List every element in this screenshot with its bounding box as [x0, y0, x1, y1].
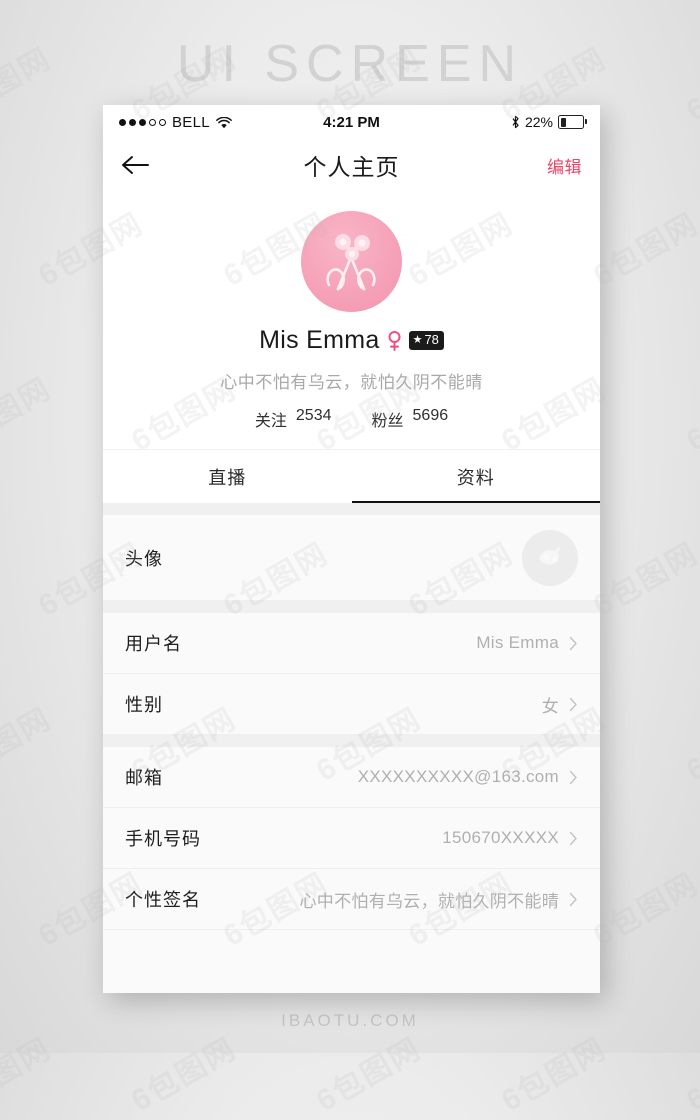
tab-profile-info[interactable]: 资料: [351, 450, 601, 503]
chevron-right-icon: [569, 636, 578, 651]
avatar[interactable]: [301, 211, 402, 312]
profile-bio: 心中不怕有乌云，就怕久阴不能晴: [220, 373, 483, 392]
watermark-tile: 6包图网: [0, 1032, 58, 1118]
row-signature[interactable]: 个性签名 心中不怕有乌云，就怕久阴不能晴: [103, 869, 600, 930]
row-email-value: XXXXXXXXXX@163.com: [357, 767, 559, 786]
tab-section-divider: [103, 503, 600, 515]
row-username-value: Mis Emma: [476, 633, 559, 652]
row-avatar[interactable]: 头像: [103, 515, 600, 601]
row-signature-value: 心中不怕有乌云，就怕久阴不能晴: [299, 891, 559, 911]
page-footer-watermark: IBAOTU.COM: [281, 1011, 419, 1030]
chevron-right-icon: [569, 770, 578, 785]
level-value: 78: [424, 331, 439, 347]
following-label: 关注: [254, 413, 287, 430]
chevron-right-icon: [569, 831, 578, 846]
followers-stat[interactable]: 粉丝 5696: [372, 407, 449, 431]
profile-name-row: Mis Emma ★ 78: [103, 326, 600, 355]
chevron-right-icon: [569, 892, 578, 907]
bluetooth-icon: [511, 115, 520, 129]
list-group-divider-1: [103, 601, 600, 613]
back-arrow-icon[interactable]: [121, 154, 151, 176]
edit-button[interactable]: 编辑: [547, 153, 582, 178]
row-gender[interactable]: 性别 女: [103, 674, 600, 735]
watermark-tile: 6包图网: [681, 702, 700, 788]
carrier-name: BELL: [172, 113, 210, 131]
watermark-tile: 6包图网: [0, 372, 58, 458]
watermark-tile: 6包图网: [588, 207, 700, 293]
status-bar: BELL 4:21 PM 22%: [103, 105, 600, 139]
row-avatar-label: 头像: [125, 548, 163, 569]
row-phone-label: 手机号码: [125, 829, 201, 849]
row-username-label: 用户名: [125, 634, 182, 654]
row-username[interactable]: 用户名 Mis Emma: [103, 613, 600, 674]
row-phone-value: 150670XXXXX: [442, 828, 559, 847]
row-email-label: 邮箱: [125, 768, 163, 788]
female-icon: [387, 330, 402, 352]
list-bottom-space: [103, 930, 600, 993]
watermark-tile: 6包图网: [311, 1032, 428, 1118]
level-badge: ★ 78: [408, 330, 444, 351]
watermark-tile: 6包图网: [0, 702, 58, 788]
watermark-tile: 6包图网: [681, 372, 700, 458]
row-email[interactable]: 邮箱 XXXXXXXXXX@163.com: [103, 747, 600, 808]
followers-label: 粉丝: [371, 413, 404, 430]
tab-live[interactable]: 直播: [103, 450, 352, 503]
navigation-bar: 个人主页 编辑: [103, 139, 600, 191]
avatar-thumbnail[interactable]: [522, 529, 578, 586]
settings-list: 头像 用户名 Mis Emma 性别 女 邮箱 XXXXXXXXXX@163.c…: [103, 515, 600, 993]
profile-stats: 关注 2534 粉丝 5696: [103, 407, 600, 449]
row-signature-label: 个性签名: [125, 890, 201, 910]
chevron-right-icon: [569, 697, 578, 712]
watermark-tile: 6包图网: [496, 1032, 613, 1118]
phone-frame: BELL 4:21 PM 22% 个人主页 编辑 Mis Emma ★ 78 心…: [103, 105, 600, 993]
watermark-tile: 6包图网: [588, 867, 700, 953]
page-title: 个人主页: [303, 154, 400, 180]
status-bar-left: BELL: [119, 114, 232, 131]
tab-bar: 直播 资料: [103, 449, 600, 503]
list-group-divider-2: [103, 735, 600, 747]
status-bar-right: 22%: [511, 114, 587, 130]
page-header-watermark: UI SCREEN: [176, 35, 524, 93]
profile-username: Mis Emma: [259, 326, 380, 354]
row-gender-label: 性别: [125, 695, 163, 715]
following-count: 2534: [295, 407, 332, 424]
battery-percent-label: 22%: [524, 114, 553, 130]
followers-count: 5696: [412, 407, 449, 424]
profile-section: Mis Emma ★ 78 心中不怕有乌云，就怕久阴不能晴 关注 2534 粉丝…: [103, 191, 600, 449]
watermark-tile: 6包图网: [681, 1032, 700, 1118]
battery-icon: [558, 115, 587, 129]
wifi-icon: [216, 116, 232, 129]
row-gender-value: 女: [541, 696, 559, 716]
following-stat[interactable]: 关注 2534: [255, 407, 332, 431]
signal-strength-icon: [119, 118, 166, 126]
watermark-tile: 6包图网: [588, 537, 700, 623]
row-phone[interactable]: 手机号码 150670XXXXX: [103, 808, 600, 869]
star-icon: ★: [412, 333, 423, 346]
watermark-tile: 6包图网: [126, 1032, 243, 1118]
